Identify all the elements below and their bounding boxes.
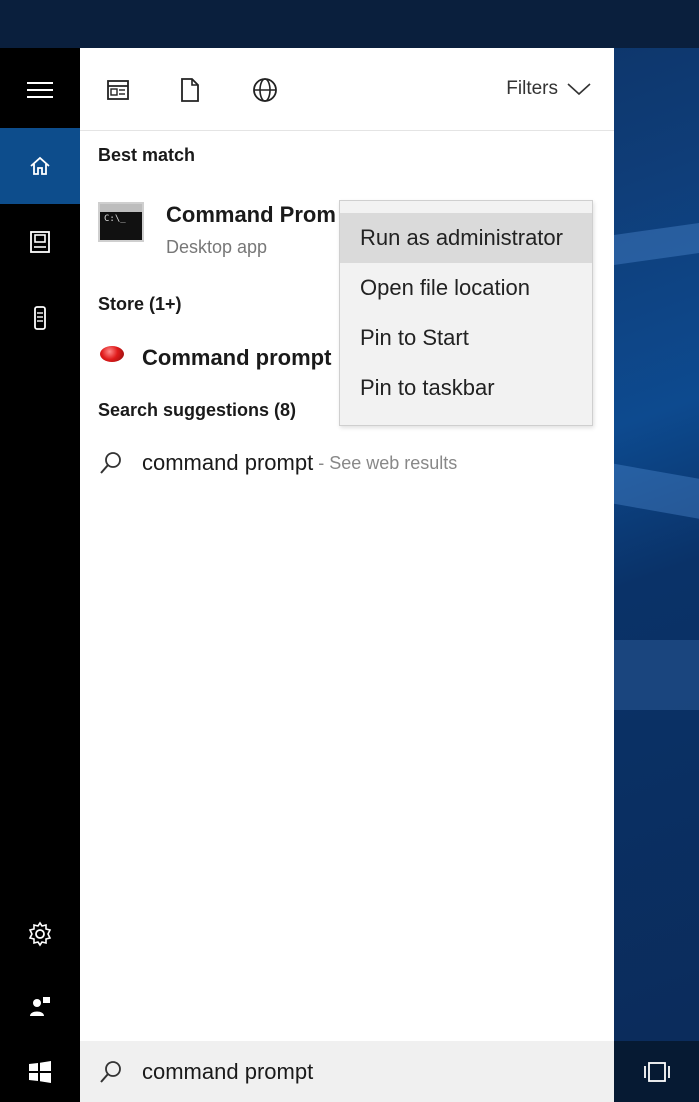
search-results-panel: Filters Best match C:\_ Command Prom Des…: [80, 48, 614, 1041]
notebook-button[interactable]: [0, 204, 80, 280]
top-strip: [0, 0, 699, 48]
command-prompt-app-icon: C:\_: [98, 202, 144, 242]
settings-icon: [28, 921, 52, 947]
context-menu-open-file-location[interactable]: Open file location: [340, 263, 592, 313]
hamburger-menu-button[interactable]: [0, 52, 80, 128]
notebook-icon: [30, 231, 50, 253]
suggestion-separator: -: [313, 452, 330, 473]
start-left-rail: [0, 48, 80, 1102]
home-button[interactable]: [0, 128, 80, 204]
context-menu-pin-to-start[interactable]: Pin to Start: [340, 313, 592, 363]
store-app-icon: [100, 346, 124, 362]
store-result-title: Command prompt: [142, 345, 332, 370]
context-menu-pin-to-taskbar[interactable]: Pin to taskbar: [340, 363, 592, 413]
best-match-title: Command Prom: [166, 202, 336, 227]
device-icon: [34, 306, 46, 330]
task-view-icon: [643, 1061, 670, 1082]
web-filter-button[interactable]: [251, 76, 279, 104]
wallpaper-light-beam: [600, 223, 699, 267]
chevron-down-icon: [567, 83, 591, 96]
documents-filter-button[interactable]: [176, 76, 204, 104]
web-filter-icon: [253, 78, 277, 102]
suggestion-hint: See web results: [329, 452, 458, 473]
settings-button[interactable]: [0, 896, 80, 972]
filters-label: Filters: [506, 78, 558, 99]
wallpaper-light-beam: [600, 640, 699, 710]
filters-dropdown[interactable]: Filters: [506, 78, 592, 100]
search-input[interactable]: command prompt: [142, 1059, 313, 1085]
feedback-button[interactable]: [0, 968, 80, 1044]
search-icon: [100, 1060, 121, 1083]
start-button[interactable]: [0, 1041, 80, 1102]
home-icon: [30, 156, 50, 175]
feedback-icon: [30, 997, 50, 1016]
wallpaper-light-beam: [600, 461, 699, 519]
best-match-subtitle: Desktop app: [166, 237, 268, 257]
apps-filter-button[interactable]: [104, 76, 132, 104]
context-menu: Run as administrator Open file location …: [339, 200, 593, 426]
apps-filter-icon: [107, 80, 129, 100]
taskbar-search-box[interactable]: command prompt: [80, 1041, 614, 1102]
search-suggestions-heading: Search suggestions (8): [98, 400, 297, 420]
task-view-button[interactable]: [614, 1041, 699, 1102]
documents-filter-icon: [181, 78, 199, 102]
web-suggestion-item[interactable]: command prompt - See web results: [98, 450, 457, 476]
context-menu-run-as-administrator[interactable]: Run as administrator: [340, 213, 592, 263]
device-button[interactable]: [0, 280, 80, 356]
suggestion-query: command prompt: [142, 450, 314, 475]
best-match-heading: Best match: [98, 145, 196, 165]
filter-toolbar: Filters: [80, 48, 614, 131]
search-icon: [100, 452, 121, 474]
store-heading: Store (1+): [98, 294, 182, 314]
hamburger-menu-icon: [27, 82, 53, 98]
windows-start-icon: [29, 1060, 51, 1083]
